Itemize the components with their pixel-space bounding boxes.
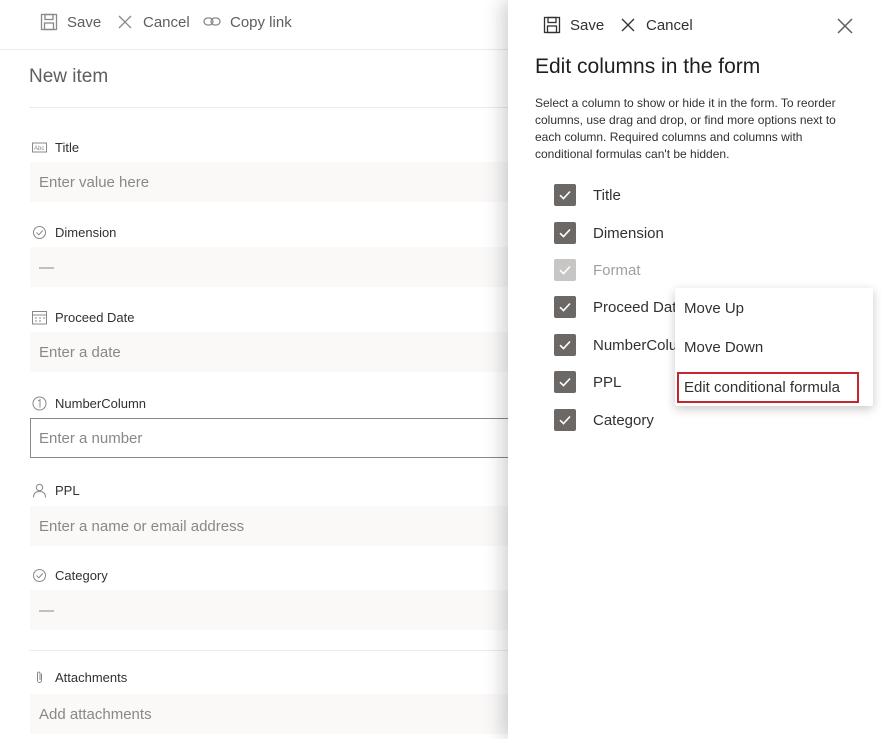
placeholder-text: — <box>39 601 54 619</box>
field-label-category: Category <box>32 568 108 583</box>
svg-text:Abc: Abc <box>34 146 44 152</box>
link-icon <box>203 17 221 26</box>
placeholder-text: Enter a number <box>39 429 143 447</box>
checkbox[interactable] <box>554 371 576 393</box>
checkbox-disabled <box>554 259 576 281</box>
menu-item-move-down[interactable]: Move Down <box>684 339 763 356</box>
field-label-text: PPL <box>55 483 80 498</box>
form-save-label: Save <box>67 13 102 31</box>
column-label: NumberColu <box>593 336 678 354</box>
field-label-text: NumberColumn <box>55 396 147 411</box>
column-toggle-proceed-date[interactable]: Proceed Dat <box>554 296 676 318</box>
menu-item-edit-conditional-formula[interactable]: Edit conditional formula <box>684 379 840 396</box>
column-toggle-number-column[interactable]: NumberColu <box>554 334 677 356</box>
panel-cancel-button[interactable]: Cancel <box>619 16 693 34</box>
placeholder-text: Add attachments <box>39 705 152 723</box>
menu-item-move-up[interactable]: Move Up <box>684 300 744 317</box>
field-label-text: Dimension <box>55 225 117 240</box>
checkmark-icon <box>559 228 571 238</box>
close-panel-icon[interactable] <box>835 16 855 36</box>
checkbox[interactable] <box>554 222 576 244</box>
placeholder-text: Enter a date <box>39 343 121 361</box>
column-context-menu: Move Up Move Down Edit conditional formu… <box>675 288 873 406</box>
column-label: Category <box>593 411 654 429</box>
calendar-icon <box>32 311 47 325</box>
title-input[interactable]: Enter value here <box>30 162 520 202</box>
checkbox[interactable] <box>554 334 576 356</box>
field-label-ppl: PPL <box>32 483 80 498</box>
column-label: PPL <box>593 373 622 391</box>
form-cancel-label: Cancel <box>143 13 190 31</box>
proceed-date-input[interactable]: Enter a date <box>30 332 520 372</box>
checkmark-icon <box>559 415 571 425</box>
column-label: Title <box>593 186 621 204</box>
panel-save-label: Save <box>570 16 605 34</box>
column-toggle-title[interactable]: Title <box>554 184 621 206</box>
placeholder-text: — <box>39 258 54 276</box>
choice-icon <box>33 226 46 239</box>
paperclip-icon <box>37 671 42 683</box>
checkmark-icon <box>559 265 571 275</box>
column-toggle-ppl[interactable]: PPL <box>554 371 621 393</box>
divider <box>29 107 519 108</box>
number-icon <box>32 396 47 411</box>
person-icon <box>33 483 46 498</box>
form-save-button[interactable]: Save <box>40 13 101 31</box>
divider <box>29 650 519 651</box>
column-label: Dimension <box>593 224 664 242</box>
field-label-title: Abc Title <box>32 140 79 155</box>
panel-description: Select a column to show or hide it in th… <box>535 96 836 161</box>
field-label-text: Category <box>55 568 108 583</box>
column-label: Format <box>593 261 641 279</box>
panel-save-button[interactable]: Save <box>543 16 604 34</box>
panel-cancel-label: Cancel <box>646 16 693 34</box>
checkmark-icon <box>559 302 571 312</box>
close-icon <box>118 15 132 29</box>
save-icon <box>40 13 58 31</box>
form-title: New item <box>29 66 109 87</box>
checkmark-icon <box>559 190 571 200</box>
ppl-people-picker[interactable]: Enter a name or email address <box>30 506 520 546</box>
choice-icon <box>33 569 46 582</box>
copy-link-label: Copy link <box>230 13 292 31</box>
category-dropdown[interactable]: — <box>30 590 520 630</box>
add-attachments-button[interactable]: Add attachments <box>30 694 520 734</box>
text-field-icon: Abc <box>32 142 47 153</box>
close-icon <box>621 18 635 32</box>
column-toggle-category[interactable]: Category <box>554 409 654 431</box>
field-label-attachments: Attachments <box>32 670 127 685</box>
number-column-input[interactable]: Enter a number <box>30 418 520 458</box>
field-label-number-column: NumberColumn <box>32 396 146 411</box>
checkbox[interactable] <box>554 296 576 318</box>
column-toggle-dimension[interactable]: Dimension <box>554 222 664 244</box>
checkbox[interactable] <box>554 409 576 431</box>
panel-title: Edit columns in the form <box>535 55 761 78</box>
column-toggle-format: Format <box>554 259 641 281</box>
save-icon <box>543 16 561 34</box>
checkmark-icon <box>559 377 571 387</box>
field-label-text: Attachments <box>55 670 128 685</box>
form-cancel-button[interactable]: Cancel <box>116 13 190 31</box>
field-label-dimension: Dimension <box>32 225 116 240</box>
field-label-proceed-date: Proceed Date <box>32 310 135 325</box>
dimension-dropdown[interactable]: — <box>30 247 520 287</box>
field-label-text: Title <box>55 140 80 155</box>
copy-link-button[interactable]: Copy link <box>203 13 292 31</box>
placeholder-text: Enter a name or email address <box>39 517 245 535</box>
placeholder-text: Enter value here <box>39 173 150 191</box>
checkbox[interactable] <box>554 184 576 206</box>
column-label: Proceed Dat <box>593 298 677 316</box>
field-label-text: Proceed Date <box>55 310 135 325</box>
checkmark-icon <box>559 340 571 350</box>
